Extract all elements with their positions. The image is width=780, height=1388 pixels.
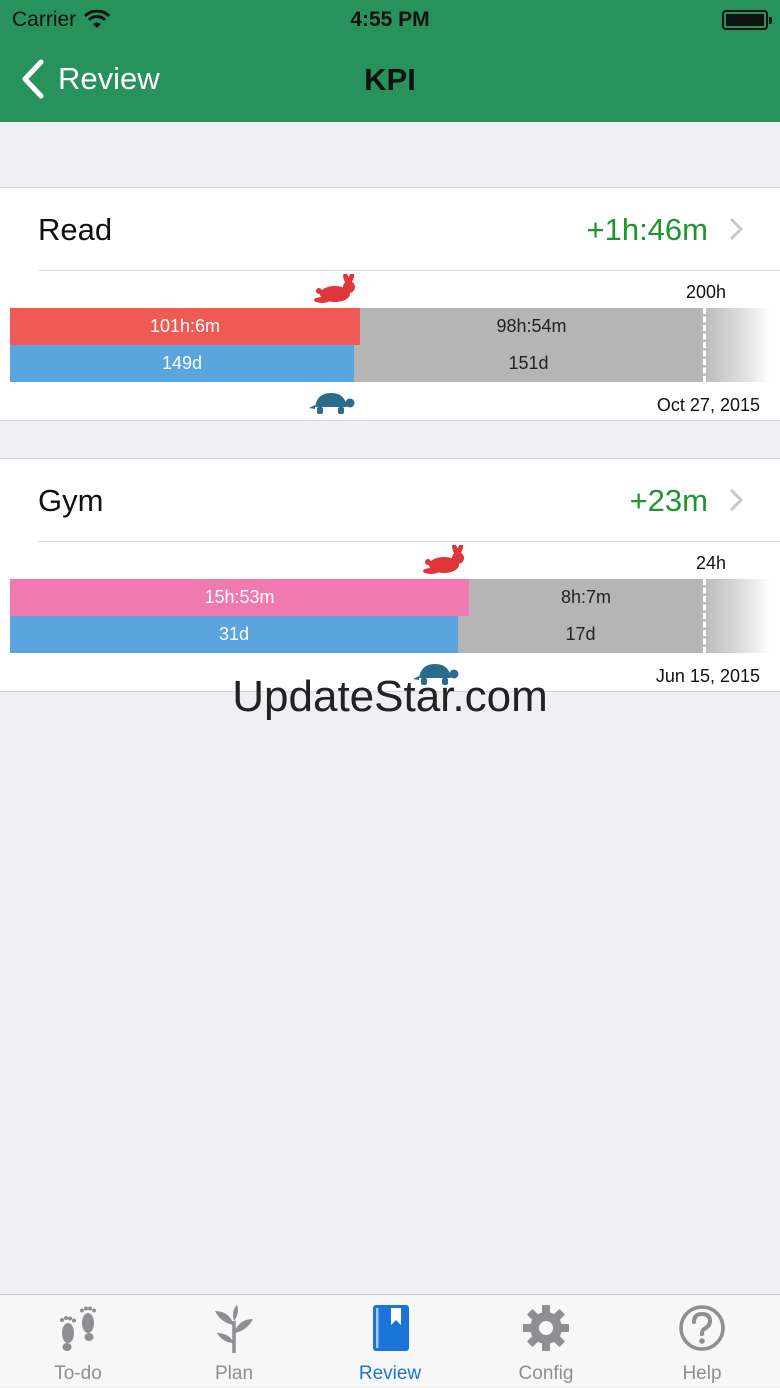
- target-marker: [703, 308, 706, 382]
- tab-label: Config: [518, 1363, 574, 1384]
- chevron-right-icon: [729, 488, 744, 512]
- watermark-text: UpdateStar.com: [232, 672, 548, 721]
- tab-label: Help: [682, 1363, 722, 1384]
- rabbit-icon: [314, 274, 355, 303]
- time-progress-bar: 101h:6m 98h:54m: [10, 308, 770, 345]
- tab-bar: To-do Plan Review Config Help: [0, 1294, 780, 1387]
- time-progress-bar: 15h:53m 8h:7m: [10, 579, 770, 616]
- tab-review[interactable]: Review: [312, 1295, 468, 1388]
- page-title: KPI: [364, 62, 416, 97]
- time-done-label: 101h:6m: [149, 316, 221, 336]
- gear-icon: [523, 1305, 569, 1351]
- kpi-delta: +23m: [629, 483, 708, 518]
- tab-to-do[interactable]: To-do: [0, 1295, 156, 1388]
- time-left-label: 8h:7m: [560, 587, 612, 607]
- kpi-title: Gym: [38, 483, 104, 518]
- kpi-card-gym: Gym +23m 24h 15h:53m 8h:7m 31d 17d Jun 1…: [0, 458, 780, 692]
- tab-config[interactable]: Config: [468, 1295, 624, 1388]
- time-done-label: 15h:53m: [204, 587, 275, 607]
- kpi-card-header[interactable]: Gym +23m: [0, 459, 780, 541]
- status-time: 4:55 PM: [350, 8, 430, 31]
- plant-icon: [215, 1305, 253, 1353]
- tab-label: Plan: [214, 1363, 254, 1384]
- kpi-card-header[interactable]: Read +1h:46m: [0, 188, 780, 270]
- kpi-card-read: Read +1h:46m 200h 101h:6m 98h:54m 149d 1…: [0, 187, 780, 421]
- tab-help[interactable]: Help: [624, 1295, 780, 1388]
- kpi-delta: +1h:46m: [586, 212, 708, 247]
- days-done-label: 31d: [218, 624, 250, 644]
- tab-label: Review: [358, 1363, 422, 1384]
- days-progress-bar: 149d 151d: [10, 345, 770, 382]
- question-icon: [679, 1305, 725, 1351]
- battery-icon: [722, 10, 772, 30]
- days-left-label: 151d: [508, 353, 549, 373]
- tab-plan[interactable]: Plan: [156, 1295, 312, 1388]
- rabbit-icon: [423, 545, 464, 574]
- deadline-date: Oct 27, 2015: [656, 395, 760, 415]
- target-label: 24h: [695, 553, 726, 573]
- days-left-label: 17d: [565, 624, 596, 644]
- target-label: 200h: [685, 282, 726, 302]
- tab-label: To-do: [54, 1363, 102, 1384]
- target-marker: [703, 579, 706, 653]
- time-left-label: 98h:54m: [496, 316, 567, 336]
- days-done-label: 149d: [161, 353, 203, 373]
- days-progress-bar: 31d 17d: [10, 616, 770, 653]
- chevron-right-icon: [729, 217, 744, 241]
- book-icon: [373, 1305, 409, 1351]
- turtle-icon: [309, 393, 355, 414]
- kpi-title: Read: [38, 212, 113, 247]
- navigation-header: Carrier 4:55 PM Review KPI: [0, 0, 780, 122]
- footprints-icon: [60, 1306, 96, 1351]
- status-bar: Carrier 4:55 PM: [0, 0, 780, 40]
